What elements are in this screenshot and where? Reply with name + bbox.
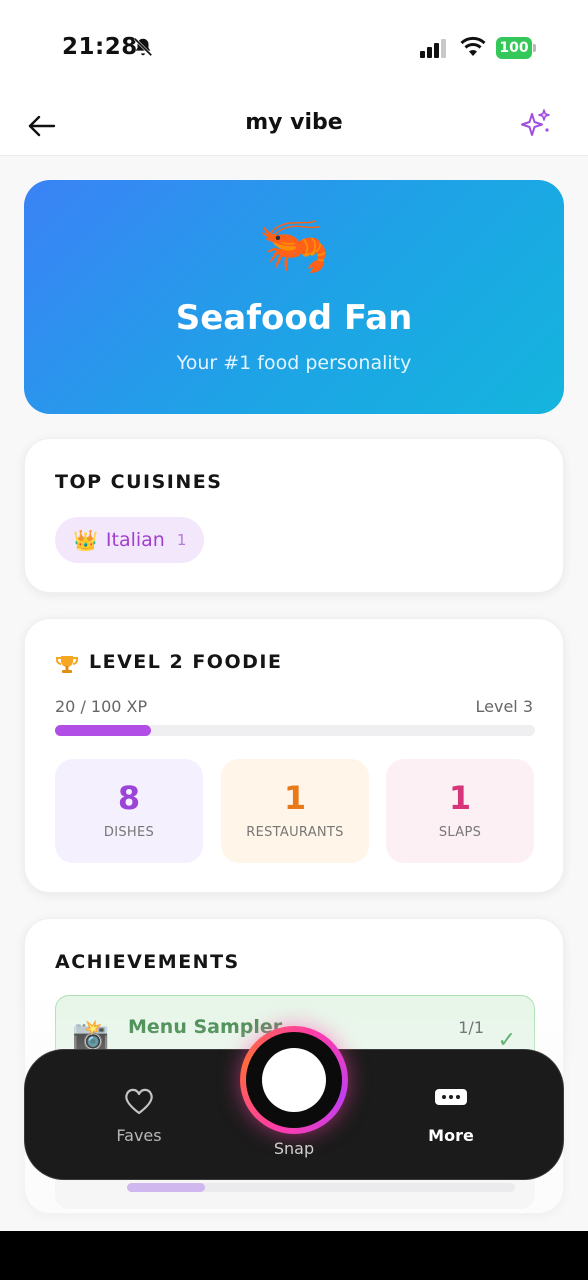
page-title: my vibe [245, 110, 343, 135]
status-bar: 21:28 100 [0, 0, 588, 96]
snap-button-ring [246, 1032, 342, 1128]
stat-label: RESTAURANTS [246, 825, 344, 840]
achievement-name: Menu Sampler [128, 1016, 283, 1038]
system-bottom-bar [0, 1231, 588, 1280]
stat-label: DISHES [103, 825, 155, 840]
achievement-progress-bar [127, 1183, 515, 1192]
sparkles-icon [521, 109, 550, 136]
camera-flash-icon: 📸 [72, 1018, 110, 1053]
stat-value: 1 [283, 779, 307, 817]
bell-slash-icon [133, 37, 153, 57]
camera-shutter-icon [262, 1048, 326, 1112]
signal-icon [420, 39, 446, 58]
nav-bar: my vibe [0, 96, 588, 156]
xp-progress-fill [55, 725, 151, 736]
personality-title: Seafood Fan [175, 298, 413, 338]
stat-label: SLAPS [438, 825, 482, 840]
personality-subtitle: Your #1 food personality [176, 352, 412, 374]
crown-icon: 👑 [73, 528, 98, 552]
next-level-label: Level 3 [475, 697, 534, 716]
snap-button[interactable] [240, 1026, 348, 1134]
stat-restaurants[interactable]: 1 RESTAURANTS [221, 759, 369, 863]
section-title-achievements: ACHIEVEMENTS [55, 951, 240, 973]
shrimp-icon: 🦐 [257, 211, 331, 279]
section-title-cuisines: TOP CUISINES [55, 471, 223, 493]
status-time: 21:28 [62, 34, 138, 60]
achievement-progress: 1/1 [458, 1018, 484, 1037]
battery-icon: 100 [496, 37, 532, 59]
tab-more[interactable]: More [381, 1050, 521, 1181]
level-title: LEVEL 2 FOODIE [89, 651, 283, 673]
cuisine-chip[interactable]: 👑 Italian 1 [55, 517, 205, 563]
stat-value: 1 [448, 779, 472, 817]
stat-value: 8 [117, 779, 141, 817]
wifi-icon [460, 36, 486, 56]
heart-icon [125, 1088, 153, 1115]
personality-card: 🦐 Seafood Fan Your #1 food personality [24, 180, 564, 414]
sparkles-button[interactable] [518, 106, 554, 142]
xp-text: 20 / 100 XP [55, 697, 148, 716]
tab-label: Faves [116, 1126, 162, 1145]
tab-label: More [428, 1126, 474, 1145]
achievement-progress-fill [127, 1183, 205, 1192]
tab-faves[interactable]: Faves [69, 1050, 209, 1181]
level-card: LEVEL 2 FOODIE 20 / 100 XP Level 3 8 DIS… [24, 618, 564, 893]
cuisine-count: 1 [176, 531, 187, 549]
trophy-icon [56, 656, 78, 673]
top-cuisines-card: TOP CUISINES 👑 Italian 1 [24, 438, 564, 593]
battery-nub [533, 44, 536, 52]
stat-slaps[interactable]: 1 SLAPS [386, 759, 534, 863]
xp-progress-bar [55, 725, 535, 736]
snap-label: Snap [273, 1139, 315, 1158]
more-dots-icon [435, 1089, 467, 1105]
cuisine-name: Italian [105, 529, 165, 551]
stat-dishes[interactable]: 8 DISHES [55, 759, 203, 863]
